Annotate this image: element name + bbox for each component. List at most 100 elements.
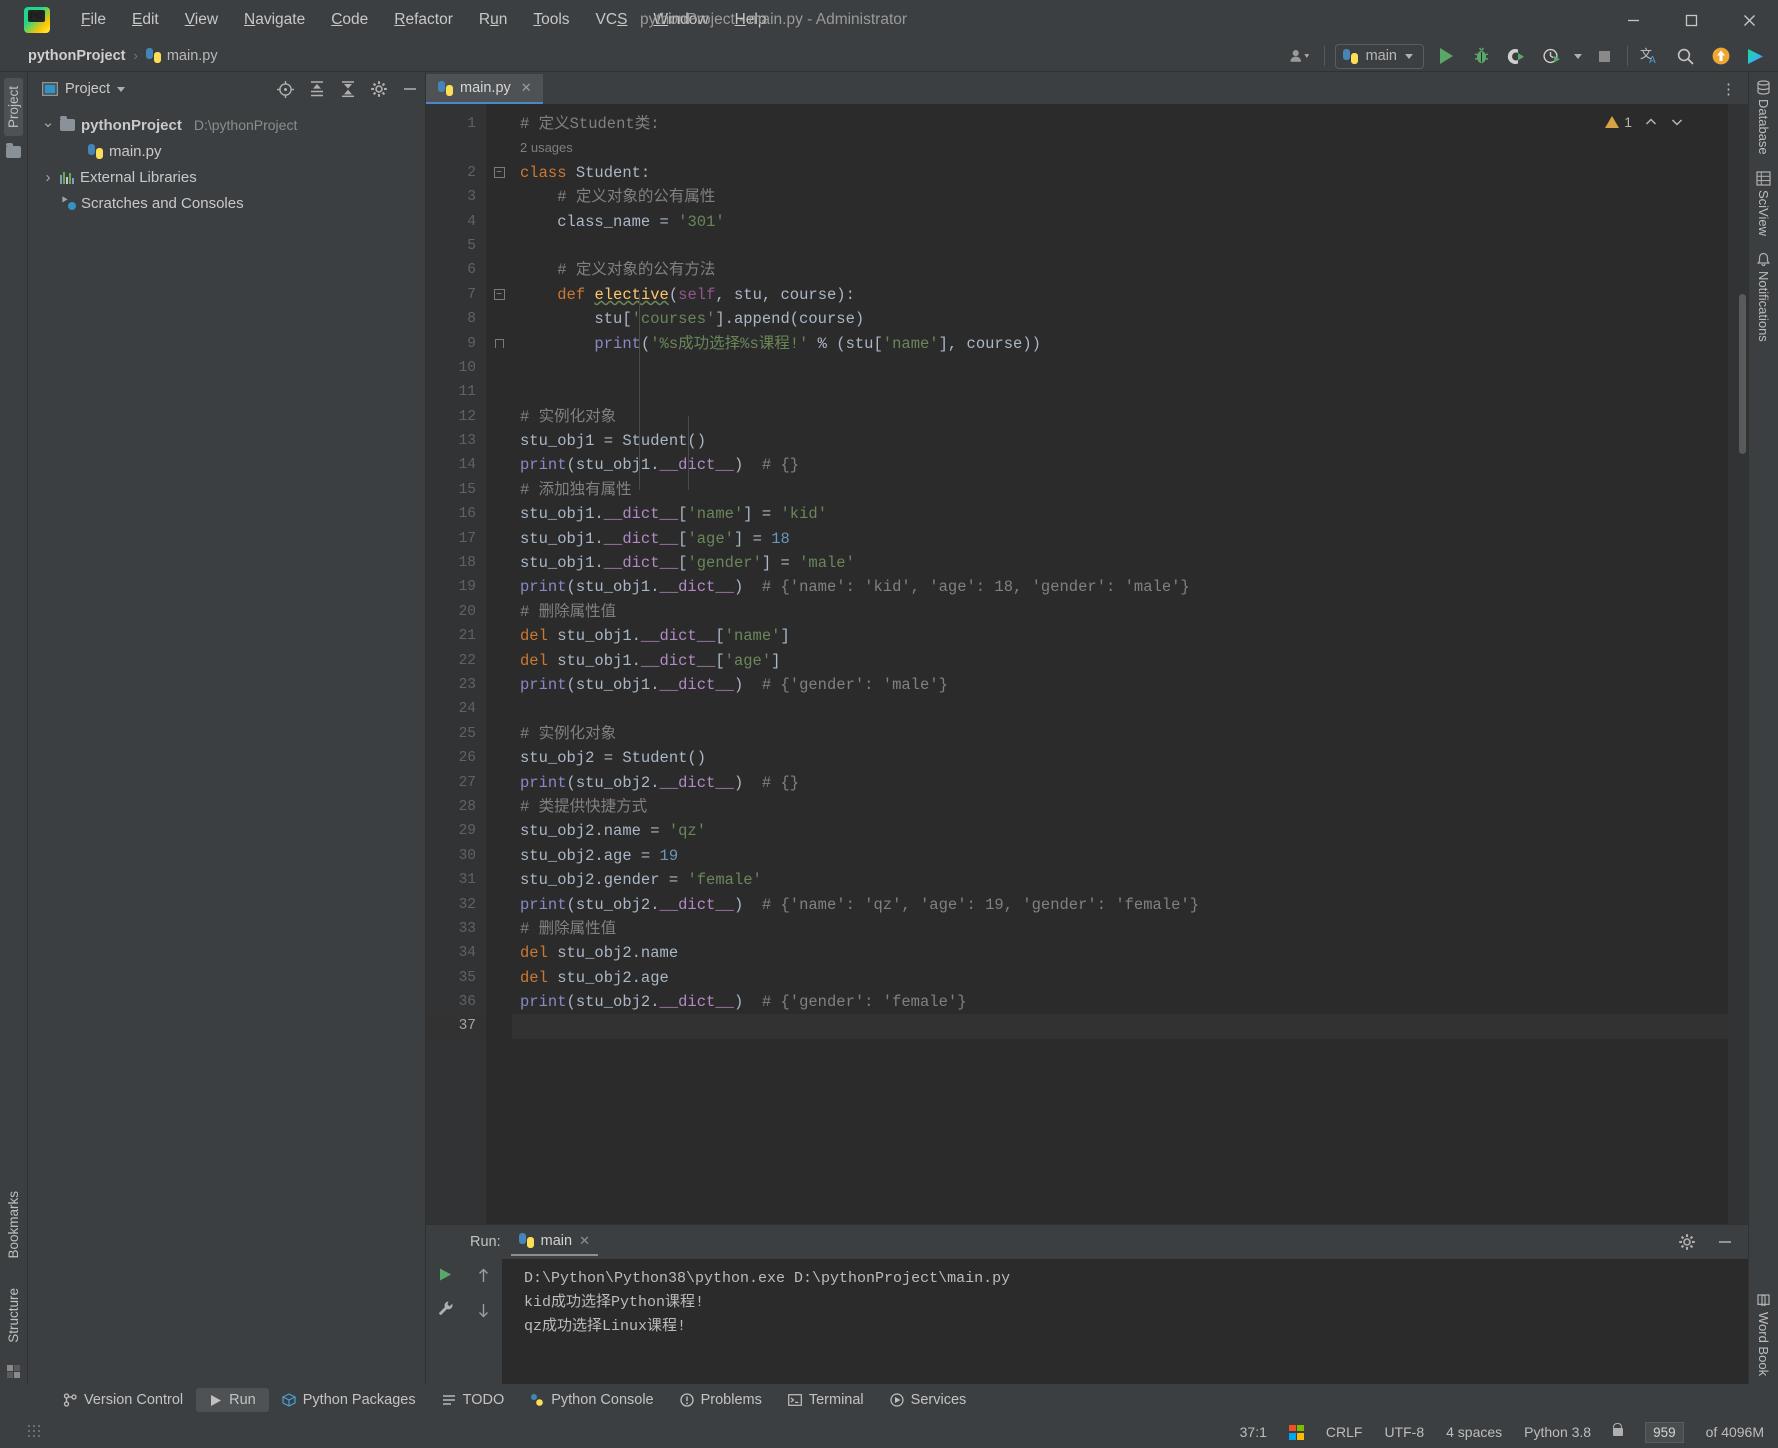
sidebar-tab-project[interactable]: Project (4, 78, 23, 137)
run-minimize-icon[interactable] (1716, 1233, 1734, 1251)
menu-item-navigate[interactable]: Navigate (231, 8, 318, 32)
code-line[interactable]: print(stu_obj1.__dict__) # {} (512, 453, 1728, 477)
up-arrow-icon[interactable] (476, 1267, 491, 1284)
code-line[interactable]: print('%s成功选择%s课程!' % (stu['name'], cour… (512, 332, 1728, 356)
line-number[interactable]: 36 (426, 990, 486, 1014)
code-line[interactable]: stu_obj2.age = 19 (512, 844, 1728, 868)
line-number[interactable]: 30 (426, 844, 486, 868)
line-number[interactable]: 25 (426, 722, 486, 746)
line-number[interactable]: 27 (426, 771, 486, 795)
collapse-all-icon[interactable] (339, 80, 357, 98)
code-line[interactable]: del stu_obj2.name (512, 941, 1728, 965)
code-line[interactable]: def elective(self, stu, course): (512, 283, 1728, 307)
code-line[interactable] (512, 234, 1728, 258)
editor-options-icon[interactable]: ⋮ (1721, 80, 1738, 98)
menu-item-run[interactable]: Run (466, 8, 520, 32)
update-icon[interactable] (1708, 44, 1733, 69)
layout-icon[interactable] (7, 1365, 20, 1378)
inspection-status[interactable]: 1 (1605, 114, 1684, 130)
bottom-tab-python-packages[interactable]: Python Packages (269, 1388, 429, 1412)
profile-button[interactable] (1539, 44, 1564, 69)
line-number[interactable]: 1 (426, 112, 486, 136)
breadcrumb-project[interactable]: pythonProject (28, 48, 125, 64)
line-number[interactable]: 19 (426, 575, 486, 599)
code-line[interactable]: stu_obj2.name = 'qz' (512, 819, 1728, 843)
hide-panel-icon[interactable] (401, 80, 419, 98)
line-number[interactable]: 13 (426, 429, 486, 453)
editor-scrollbar[interactable] (1739, 294, 1746, 454)
code-line[interactable] (512, 380, 1728, 404)
code-line[interactable]: class Student: (512, 161, 1728, 185)
translate-icon[interactable]: 文 A (1638, 44, 1663, 69)
line-number[interactable]: 5 (426, 234, 486, 258)
menu-item-vcs[interactable]: VCS (583, 8, 641, 32)
bottom-tab-problems[interactable]: Problems (667, 1388, 775, 1412)
sidebar-tab-bookmarks[interactable]: Bookmarks (4, 1183, 23, 1267)
line-number[interactable]: 8 (426, 307, 486, 331)
line-number[interactable]: 9 (426, 332, 486, 356)
bottom-tab-python-console[interactable]: Python Console (517, 1388, 666, 1412)
run-with-coverage-button[interactable] (1504, 44, 1529, 69)
code-content[interactable]: # 定义Student类: 2 usages class Student: # 定义… (512, 104, 1728, 1224)
code-line[interactable]: print(stu_obj2.__dict__) # {'name': 'qz'… (512, 893, 1728, 917)
fold-collapse-icon[interactable]: − (493, 167, 505, 179)
code-line[interactable]: stu_obj1.__dict__['gender'] = 'male' (512, 551, 1728, 575)
code-line[interactable]: stu_obj1.__dict__['age'] = 18 (512, 527, 1728, 551)
line-number[interactable]: 11 (426, 380, 486, 404)
code-line[interactable]: print(stu_obj2.__dict__) # {} (512, 771, 1728, 795)
right-tab-database[interactable]: Database (1756, 99, 1771, 155)
line-number[interactable]: 37 (426, 1014, 486, 1039)
line-number[interactable]: 23 (426, 673, 486, 697)
line-number[interactable]: 14 (426, 453, 486, 477)
line-number[interactable]: 12 (426, 405, 486, 429)
code-line[interactable]: class_name = '301' (512, 210, 1728, 234)
code-line[interactable]: # 定义对象的公有属性 (512, 185, 1728, 209)
minimize-button[interactable] (1604, 0, 1662, 40)
ide-eval-icon[interactable] (1743, 44, 1768, 69)
line-number[interactable]: 31 (426, 868, 486, 892)
line-number[interactable]: 10 (426, 356, 486, 380)
menu-item-refactor[interactable]: Refactor (381, 8, 466, 32)
search-icon[interactable] (1673, 44, 1698, 69)
code-line[interactable]: del stu_obj1.__dict__['name'] (512, 624, 1728, 648)
right-tab-word-book[interactable]: Word Book (1756, 1312, 1771, 1376)
editor-tab-main-py[interactable]: main.py ✕ (426, 74, 543, 104)
line-number[interactable]: 7 (426, 283, 486, 307)
breadcrumb-file[interactable]: main.py (167, 48, 218, 64)
code-line[interactable]: stu['courses'].append(course) (512, 307, 1728, 331)
stop-button[interactable] (1592, 44, 1617, 69)
code-line[interactable]: stu_obj2.gender = 'female' (512, 868, 1728, 892)
run-button[interactable] (1434, 44, 1459, 69)
code-line[interactable]: print(stu_obj1.__dict__) # {'name': 'kid… (512, 575, 1728, 599)
menu-item-edit[interactable]: Edit (119, 8, 172, 32)
rerun-icon[interactable] (438, 1267, 453, 1282)
line-number[interactable]: 20 (426, 600, 486, 624)
wrench-icon[interactable] (437, 1300, 454, 1317)
right-tab-notifications[interactable]: Notifications (1756, 271, 1771, 342)
chevron-right-icon[interactable]: › (42, 169, 54, 186)
line-number[interactable]: 34 (426, 941, 486, 965)
prev-problem-icon[interactable] (1644, 115, 1658, 129)
user-dropdown-icon[interactable] (1289, 44, 1314, 69)
line-number[interactable]: 21 (426, 624, 486, 648)
code-line[interactable]: # 删除属性值 (512, 917, 1728, 941)
project-chevron-down-icon[interactable] (117, 86, 126, 92)
file-encoding[interactable]: UTF-8 (1384, 1424, 1424, 1440)
line-number[interactable]: 3 (426, 185, 486, 209)
line-number[interactable]: 16 (426, 502, 486, 526)
line-number[interactable]: 28 (426, 795, 486, 819)
code-line[interactable]: stu_obj1.__dict__['name'] = 'kid' (512, 502, 1728, 526)
debug-button[interactable] (1469, 44, 1494, 69)
bottom-tab-terminal[interactable]: Terminal (775, 1388, 877, 1412)
run-console-output[interactable]: D:\Python\Python38\python.exe D:\pythonP… (502, 1259, 1748, 1384)
locate-icon[interactable] (276, 80, 295, 99)
close-button[interactable] (1720, 0, 1778, 40)
bottom-tab-version-control[interactable]: Version Control (50, 1388, 196, 1412)
bottom-tab-services[interactable]: Services (877, 1388, 980, 1412)
run-settings-gear-icon[interactable] (1678, 1233, 1696, 1251)
run-configuration-selector[interactable]: main (1334, 43, 1424, 69)
code-line[interactable]: del stu_obj1.__dict__['age'] (512, 649, 1728, 673)
gear-icon[interactable] (370, 80, 388, 98)
menu-item-code[interactable]: Code (318, 8, 381, 32)
code-line[interactable]: # 定义Student类: (512, 112, 1728, 136)
